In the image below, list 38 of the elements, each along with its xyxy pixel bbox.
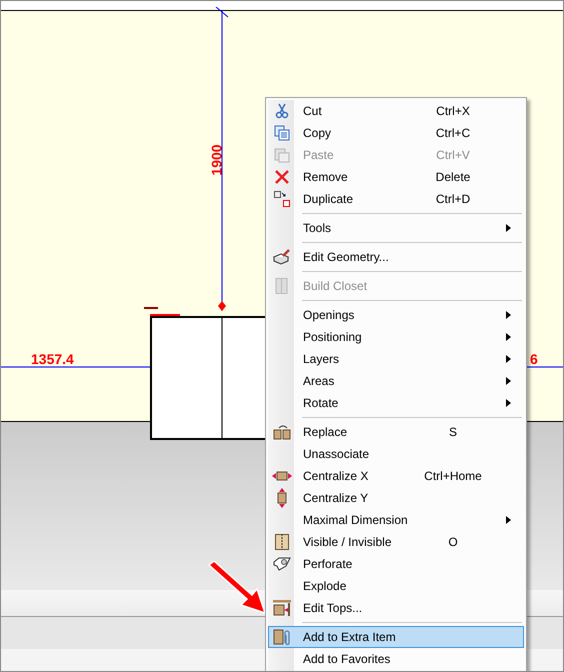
scissors-icon	[274, 103, 290, 119]
menu-item[interactable]: Rotate	[268, 392, 524, 414]
dimension-label: 1900	[210, 144, 224, 176]
menu-item[interactable]: Remove Delete	[268, 166, 524, 188]
menu-item[interactable]: Unassociate	[268, 443, 524, 465]
menu-item[interactable]: Positioning	[268, 326, 524, 348]
dimension-line	[524, 366, 563, 368]
menu-item[interactable]: Areas	[268, 370, 524, 392]
menu-item[interactable]: Perforate	[268, 553, 524, 575]
closet-icon	[274, 278, 290, 294]
menu-item[interactable]: Openings	[268, 304, 524, 326]
menu-item[interactable]: Layers	[268, 348, 524, 370]
menu-item[interactable]: Edit Geometry...	[268, 246, 524, 268]
box-brush-icon	[273, 249, 291, 265]
perforate-icon	[273, 557, 291, 571]
menu-item[interactable]: Cut Ctrl+X	[268, 100, 524, 122]
cabinets-icon	[273, 424, 291, 440]
cross-icon	[274, 169, 290, 185]
vertical-arrows-icon	[276, 488, 288, 508]
duplicate-icon	[274, 191, 290, 207]
cabinet-top-icon	[273, 600, 291, 616]
door-icon	[274, 534, 290, 550]
cabinet-clip-icon	[273, 629, 291, 645]
menu-item[interactable]: Tools	[268, 217, 524, 239]
menu-item[interactable]: Add to Extra Item	[268, 626, 524, 648]
menu-item[interactable]: Explode	[268, 575, 524, 597]
dimension-label: 6	[530, 352, 538, 366]
paste-icon	[274, 147, 290, 163]
menu-item[interactable]: Copy Ctrl+C	[268, 122, 524, 144]
copy-icon	[274, 125, 290, 141]
horizontal-arrows-icon	[272, 470, 292, 482]
menu-item[interactable]: Replace S	[268, 421, 524, 443]
menu-item[interactable]: Maximal Dimension	[268, 509, 524, 531]
menu-item[interactable]: Visible / Invisible O	[268, 531, 524, 553]
menu-item[interactable]: Centralize X Ctrl+Home	[268, 465, 524, 487]
menu-item[interactable]: Duplicate Ctrl+D	[268, 188, 524, 210]
dimension-label: 1357.4	[31, 352, 74, 366]
menu-item[interactable]: Centralize Y	[268, 487, 524, 509]
